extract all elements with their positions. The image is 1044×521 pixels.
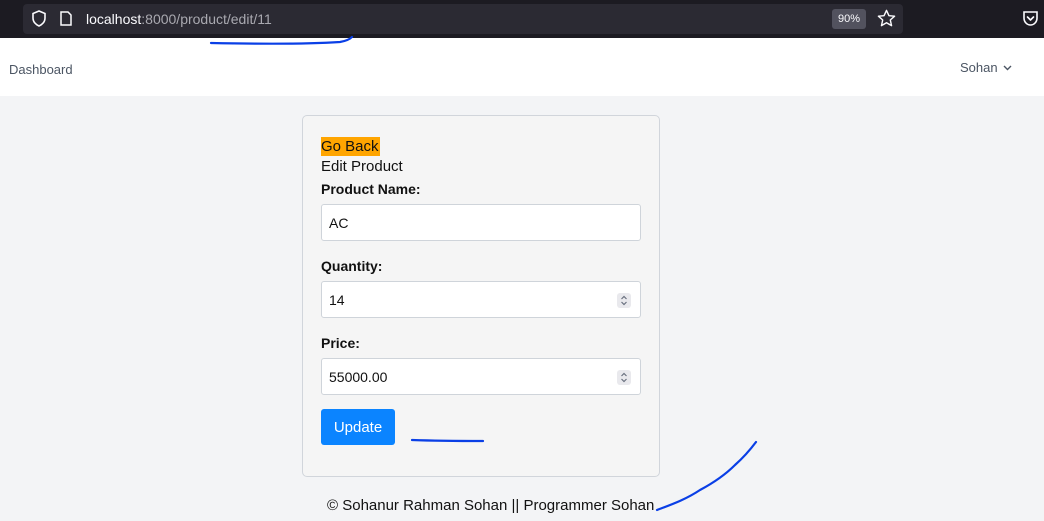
update-button[interactable]: Update — [321, 409, 395, 445]
footer-text: © Sohanur Rahman Sohan || Programmer Soh… — [327, 497, 655, 514]
page-icon — [60, 11, 72, 26]
price-stepper-icon[interactable] — [617, 370, 631, 385]
pocket-icon[interactable] — [1022, 10, 1039, 27]
product-name-field[interactable] — [321, 204, 641, 241]
zoom-badge[interactable]: 90% — [832, 9, 866, 29]
page-title: Edit Product — [321, 158, 403, 175]
product-name-input[interactable] — [322, 205, 602, 240]
edit-product-card: Go Back Edit Product Product Name: Quant… — [302, 115, 660, 477]
go-back-link[interactable]: Go Back — [321, 137, 380, 156]
browser-toolbar: localhost:8000/product/edit/11 90% — [0, 0, 1044, 38]
annotation-stroke-footer — [655, 440, 758, 512]
quantity-field[interactable] — [321, 281, 641, 318]
quantity-stepper-icon[interactable] — [617, 293, 631, 308]
nav-dashboard-link[interactable]: Dashboard — [9, 62, 73, 77]
chevron-down-icon — [1003, 65, 1012, 70]
url-text[interactable]: localhost:8000/product/edit/11 — [86, 11, 272, 27]
price-field[interactable] — [321, 358, 641, 395]
quantity-label: Quantity: — [321, 258, 383, 274]
price-label: Price: — [321, 335, 360, 351]
price-input[interactable] — [322, 359, 602, 394]
user-name: Sohan — [960, 60, 998, 75]
quantity-input[interactable] — [322, 282, 602, 317]
top-navigation: Dashboard Sohan — [0, 38, 1044, 96]
user-menu-dropdown[interactable]: Sohan — [960, 60, 1012, 75]
product-name-label: Product Name: — [321, 181, 421, 197]
shield-icon[interactable] — [32, 10, 46, 27]
star-icon[interactable] — [877, 9, 896, 28]
